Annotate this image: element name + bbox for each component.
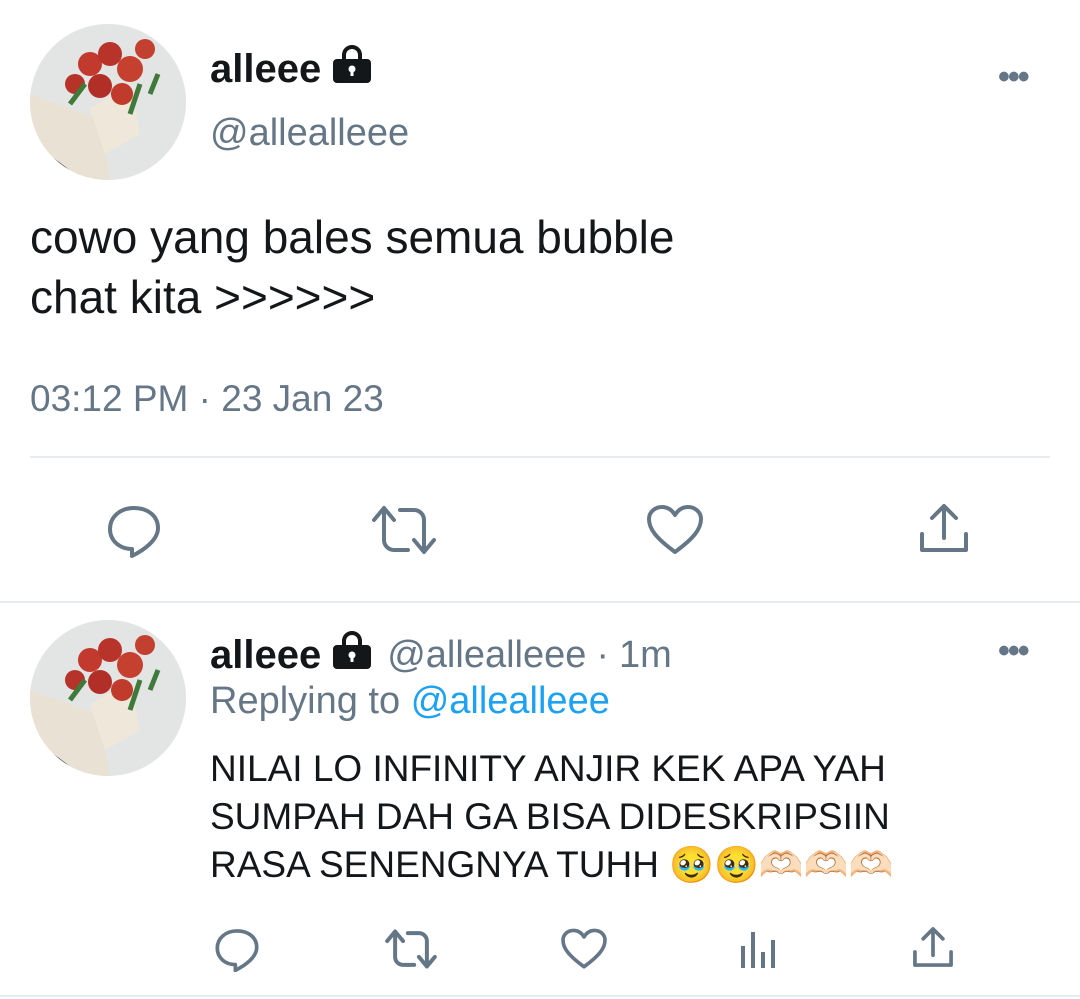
author-handle[interactable]: @allealleee [210, 112, 409, 155]
lock-icon [331, 630, 373, 680]
like-icon[interactable] [646, 504, 704, 556]
reply-text-line: NILAI LO INFINITY ANJIR KEK APA YAH [210, 748, 886, 789]
retweet-icon[interactable] [370, 504, 438, 556]
replying-to: Replying to @allealleee [210, 680, 610, 723]
like-icon[interactable] [560, 928, 608, 970]
reply-time[interactable]: 1m [619, 634, 672, 677]
tweet-text: cowo yang bales semua bubble chat kita >… [30, 207, 674, 327]
reply-text-line3: RASA SENENGNYA TUHH [210, 844, 659, 885]
more-options-icon[interactable]: ••• [998, 632, 1030, 671]
divider [30, 456, 1050, 458]
reply-text-line: SUMPAH DAH GA BISA DIDESKRIPSIIN [210, 796, 890, 837]
analytics-icon[interactable] [738, 928, 778, 970]
avatar[interactable] [30, 620, 186, 776]
more-options-icon[interactable]: ••• [998, 58, 1030, 97]
lock-icon [331, 44, 373, 94]
tweet-timestamp[interactable]: 03:12 PM · 23 Jan 23 [30, 378, 384, 420]
tweet-text-line: chat kita >>>>>> [30, 271, 376, 323]
avatar[interactable] [30, 24, 186, 180]
share-icon[interactable] [910, 924, 956, 970]
author-name-text: alleee [210, 632, 322, 677]
reply-icon[interactable] [106, 502, 162, 558]
replying-to-label: Replying to [210, 680, 401, 722]
divider [0, 601, 1080, 603]
reply-header: alleee @allealleee · 1m [210, 630, 672, 680]
author-name[interactable]: alleee [210, 630, 373, 680]
divider [0, 995, 1080, 997]
tweet-text-line: cowo yang bales semua bubble [30, 211, 675, 263]
reply-text-line: RASA SENENGNYA TUHH 🥹🥹🫶🏻🫶🏻🫶🏻 [210, 841, 893, 889]
separator: · [596, 633, 610, 676]
author-name[interactable]: alleee [210, 44, 373, 94]
retweet-icon[interactable] [384, 928, 438, 970]
reply-text: NILAI LO INFINITY ANJIR KEK APA YAH SUMP… [210, 745, 893, 889]
share-icon[interactable] [916, 500, 972, 556]
replying-to-link[interactable]: @allealleee [411, 680, 610, 722]
emoji-group: 🥹🥹🫶🏻🫶🏻🫶🏻 [669, 844, 894, 885]
author-name-text: alleee [210, 46, 322, 91]
reply-icon[interactable] [214, 926, 260, 972]
author-handle[interactable]: @allealleee [387, 634, 586, 677]
